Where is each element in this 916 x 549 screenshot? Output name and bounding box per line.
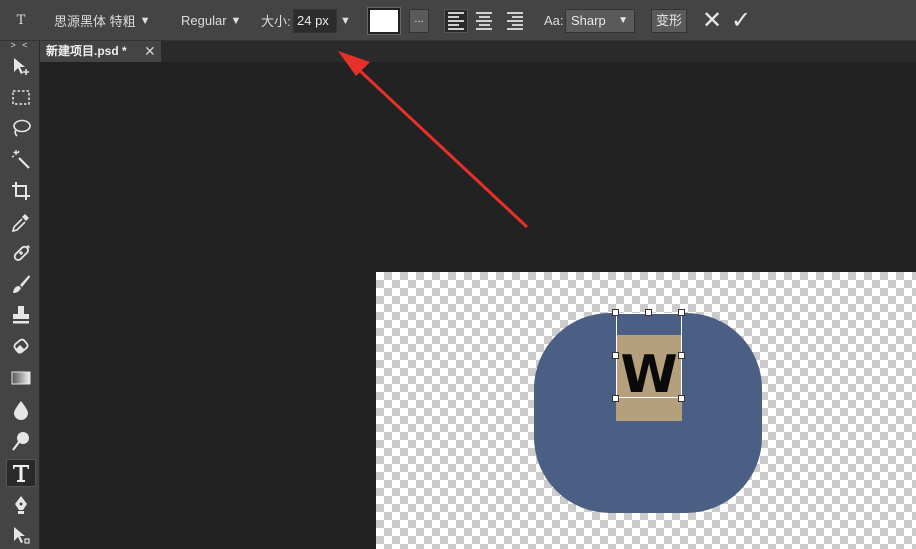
cancel-icon[interactable]: ✕ — [702, 0, 722, 41]
magic-wand-tool-icon[interactable] — [6, 146, 36, 174]
lasso-tool-icon[interactable] — [6, 114, 36, 142]
collapse-panel-icon[interactable]: > < — [0, 41, 40, 50]
align-center-button[interactable] — [472, 9, 496, 33]
font-size-dropdown[interactable]: ▼ — [340, 0, 351, 41]
font-family-value: 思源黑体 特粗 — [54, 14, 136, 29]
transform-handle[interactable] — [612, 309, 619, 316]
eyedropper-tool-icon[interactable] — [6, 208, 36, 236]
move-tool-icon[interactable] — [6, 53, 36, 81]
transform-handle[interactable] — [612, 395, 619, 402]
blur-tool-icon[interactable] — [6, 396, 36, 424]
gradient-tool-icon[interactable] — [6, 364, 36, 392]
transform-handle[interactable] — [678, 352, 685, 359]
options-bar: T 思源黑体 特粗 ▼ Regular ▼ 大小: 24 px ▼ ... Aa… — [0, 0, 916, 41]
tools-panel: > < — [0, 41, 40, 549]
clone-stamp-tool-icon[interactable] — [6, 301, 36, 329]
type-tool-icon: T — [16, 13, 26, 28]
transform-handle[interactable] — [678, 309, 685, 316]
align-left-icon — [448, 12, 464, 30]
crop-tool-icon[interactable] — [6, 177, 36, 205]
text-bounding-box — [616, 313, 682, 398]
warp-text-button[interactable]: 变形 — [651, 9, 687, 33]
document-tab-bar: 新建项目.psd * ✕ — [40, 41, 916, 62]
align-right-icon — [505, 12, 523, 30]
chevron-down-icon: ▼ — [618, 15, 628, 26]
healing-brush-tool-icon[interactable] — [6, 239, 36, 267]
antialias-value: Sharp — [571, 13, 606, 28]
align-left-button[interactable] — [444, 9, 468, 33]
close-icon[interactable]: ✕ — [144, 41, 156, 61]
font-style-select[interactable]: Regular ▼ — [181, 0, 241, 41]
commit-icon[interactable]: ✓ — [731, 0, 751, 41]
font-style-value: Regular — [181, 13, 227, 28]
transform-handle[interactable] — [612, 352, 619, 359]
transform-handle[interactable] — [678, 395, 685, 402]
document-tab[interactable]: 新建项目.psd * ✕ — [40, 41, 162, 62]
chevron-down-icon: ▼ — [340, 14, 351, 27]
brush-tool-icon[interactable] — [6, 270, 36, 298]
align-right-button[interactable] — [502, 9, 526, 33]
type-tool-icon[interactable] — [6, 459, 36, 487]
document-tab-title: 新建项目.psd * — [46, 44, 127, 58]
font-size-label: 大小: — [261, 14, 291, 29]
pen-tool-icon[interactable] — [6, 491, 36, 519]
marquee-tool-icon[interactable] — [6, 83, 36, 111]
align-center-icon — [475, 12, 493, 30]
eraser-tool-icon[interactable] — [6, 332, 36, 360]
font-size-input[interactable]: 24 px — [293, 9, 337, 33]
chevron-down-icon: ▼ — [230, 14, 242, 27]
chevron-down-icon: ▼ — [139, 14, 151, 27]
text-color-swatch[interactable] — [367, 7, 401, 35]
more-options-button[interactable]: ... — [409, 9, 429, 33]
dodge-tool-icon[interactable] — [6, 427, 36, 455]
antialias-label: Aa: — [544, 13, 564, 28]
antialias-select[interactable]: Sharp ▼ — [565, 9, 635, 33]
font-family-select[interactable]: 思源黑体 特粗 ▼ — [54, 0, 151, 41]
transform-handle[interactable] — [645, 309, 652, 316]
path-selection-tool-icon[interactable] — [6, 522, 36, 549]
